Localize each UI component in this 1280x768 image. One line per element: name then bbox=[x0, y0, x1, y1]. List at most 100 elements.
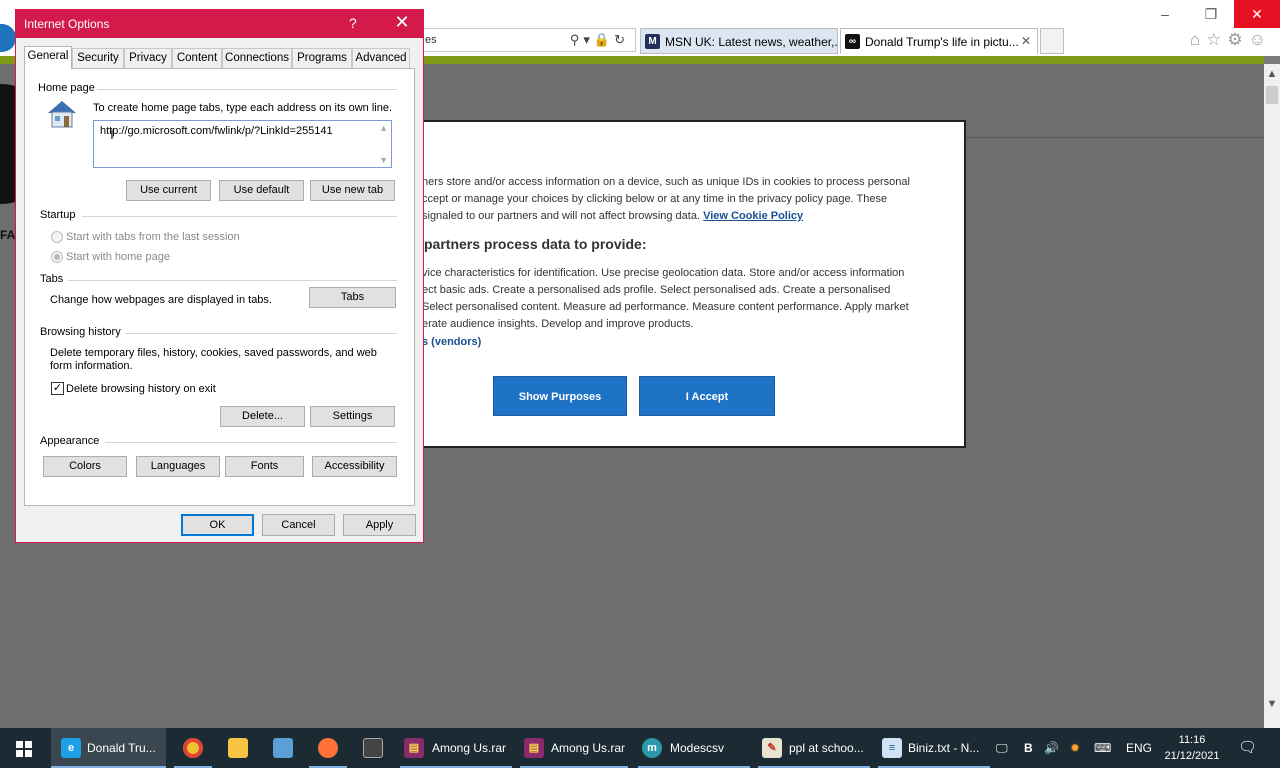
tab-programs[interactable]: Programs bbox=[292, 48, 352, 68]
show-purposes-button[interactable]: Show Purposes bbox=[493, 376, 627, 416]
use-default-button[interactable]: Use default bbox=[219, 180, 304, 201]
tab-general[interactable]: General bbox=[24, 46, 72, 69]
toolbar-icons[interactable]: ⌂☆⚙☺ bbox=[1190, 30, 1272, 50]
paint-icon: ✎ bbox=[762, 738, 782, 758]
tab-connections[interactable]: Connections bbox=[222, 48, 292, 68]
browsing-history-group-label: Browsing history bbox=[40, 326, 121, 338]
taskbar-item-firefox[interactable] bbox=[307, 728, 349, 768]
taskbar-item-modescsv[interactable]: m Modescsv bbox=[636, 728, 752, 768]
startup-home-page-radio[interactable] bbox=[51, 251, 63, 263]
consent-heading: partners process data to provide: bbox=[424, 236, 647, 252]
keyboard-icon[interactable]: ⌨ bbox=[1094, 728, 1111, 768]
browser-tab-label: Donald Trump's life in pictu... bbox=[865, 35, 1019, 49]
help-button[interactable]: ? bbox=[349, 15, 357, 31]
cookie-policy-link[interactable]: View Cookie Policy bbox=[703, 210, 803, 222]
vendors-link[interactable]: s (vendors) bbox=[422, 336, 481, 348]
use-current-button[interactable]: Use current bbox=[126, 180, 211, 201]
textarea-scroll-up-icon[interactable]: ▲ bbox=[379, 123, 388, 133]
taskbar-item-notepad[interactable]: ≡ Biniz.txt - N... bbox=[876, 728, 992, 768]
new-tab-button[interactable] bbox=[1040, 28, 1064, 54]
firefox-icon bbox=[318, 738, 338, 758]
dialog-close-button[interactable]: ✕ bbox=[390, 12, 414, 33]
consent-text-line: Select personalised content. Measure ad … bbox=[422, 301, 909, 313]
browser-tab-label: MSN UK: Latest news, weather,... bbox=[665, 35, 838, 49]
home-page-url-field[interactable]: http://go.microsoft.com/fwlink/p/?LinkId… bbox=[93, 120, 392, 168]
taskbar-item-control-panel[interactable] bbox=[262, 728, 304, 768]
close-tab-icon[interactable]: ✕ bbox=[1021, 34, 1031, 48]
browser-tab-msn[interactable]: M MSN UK: Latest news, weather,... bbox=[640, 28, 838, 54]
taskbar-item-explorer[interactable] bbox=[217, 728, 259, 768]
windows-icon bbox=[16, 741, 32, 757]
back-button[interactable] bbox=[0, 24, 16, 52]
general-tab-panel: Home page To create home page tabs, type… bbox=[24, 68, 415, 506]
site-icon: ∞ bbox=[845, 34, 860, 49]
consent-text-line: ners store and/or access information on … bbox=[422, 176, 910, 188]
dialog-titlebar[interactable]: Internet Options ? ✕ bbox=[16, 10, 423, 38]
taskbar-item-ie[interactable]: e Donald Tru... bbox=[51, 728, 166, 768]
tray-app-icon[interactable]: ✹ bbox=[1070, 728, 1080, 768]
tray-keyboard-letter[interactable]: B bbox=[1024, 728, 1033, 768]
apply-button[interactable]: Apply bbox=[343, 514, 416, 536]
scroll-thumb[interactable] bbox=[1266, 86, 1278, 104]
accept-button[interactable]: I Accept bbox=[639, 376, 775, 416]
cancel-button[interactable]: Cancel bbox=[262, 514, 335, 536]
use-new-tab-button[interactable]: Use new tab bbox=[310, 180, 395, 201]
consent-text-line: ect basic ads. Create a personalised ads… bbox=[422, 284, 891, 296]
tabs-settings-button[interactable]: Tabs bbox=[309, 287, 396, 308]
page-scrollbar[interactable] bbox=[1264, 64, 1280, 728]
window-close-button[interactable]: ✕ bbox=[1234, 0, 1280, 28]
startup-home-page-label: Start with home page bbox=[66, 251, 170, 263]
scroll-down-icon[interactable]: ▼ bbox=[1264, 698, 1280, 710]
terminal-icon bbox=[363, 738, 383, 758]
tab-security[interactable]: Security bbox=[72, 48, 124, 68]
msn-icon: M bbox=[645, 34, 660, 49]
tab-content[interactable]: Content bbox=[172, 48, 222, 68]
tray-network-icon[interactable]: 🖵 bbox=[996, 728, 1008, 768]
m-app-icon: m bbox=[642, 738, 662, 758]
tab-advanced[interactable]: Advanced bbox=[352, 48, 410, 68]
startup-last-session-label: Start with tabs from the last session bbox=[66, 231, 240, 243]
taskbar-item-winrar-1[interactable]: ▤ Among Us.rar bbox=[398, 728, 514, 768]
taskbar-item-label: Biniz.txt - N... bbox=[908, 741, 980, 755]
colors-button[interactable]: Colors bbox=[43, 456, 127, 477]
languages-button[interactable]: Languages bbox=[136, 456, 220, 477]
home-page-icon bbox=[48, 101, 76, 128]
minimize-button[interactable]: – bbox=[1142, 0, 1188, 28]
ie-icon: e bbox=[61, 738, 81, 758]
group-divider bbox=[105, 442, 397, 443]
ok-button[interactable]: OK bbox=[181, 514, 254, 536]
accessibility-button[interactable]: Accessibility bbox=[312, 456, 397, 477]
taskbar-item-chrome[interactable] bbox=[172, 728, 214, 768]
tab-privacy[interactable]: Privacy bbox=[124, 48, 172, 68]
fonts-button[interactable]: Fonts bbox=[225, 456, 304, 477]
notifications-icon[interactable]: 🗨 bbox=[1238, 728, 1257, 768]
start-button[interactable] bbox=[0, 728, 48, 768]
startup-last-session-radio[interactable] bbox=[51, 231, 63, 243]
delete-history-on-exit-checkbox[interactable]: ✓ bbox=[51, 382, 64, 395]
clock-date: 21/12/2021 bbox=[1164, 750, 1220, 762]
address-text: es bbox=[425, 34, 437, 46]
taskbar-item-paint[interactable]: ✎ ppl at schoo... bbox=[756, 728, 872, 768]
address-bar-icons[interactable]: ⚲▾🔒↻ bbox=[570, 32, 629, 48]
delete-history-button[interactable]: Delete... bbox=[220, 406, 305, 427]
restore-button[interactable]: ❐ bbox=[1188, 0, 1234, 28]
volume-icon[interactable]: 🔊 bbox=[1044, 728, 1059, 768]
dialog-title: Internet Options bbox=[24, 17, 110, 31]
home-page-instruction: To create home page tabs, type each addr… bbox=[93, 102, 393, 114]
browser-tab-trump[interactable]: ∞ Donald Trump's life in pictu... ✕ bbox=[840, 28, 1038, 54]
clock[interactable]: 11:16 21/12/2021 bbox=[1160, 732, 1224, 764]
address-bar[interactable]: es ⚲▾🔒↻ bbox=[418, 28, 636, 52]
taskbar-item-winrar-2[interactable]: ▤ Among Us.rar bbox=[518, 728, 630, 768]
language-indicator[interactable]: ENG bbox=[1126, 728, 1152, 768]
textarea-scroll-down-icon[interactable]: ▼ bbox=[379, 155, 388, 165]
internet-options-dialog: Internet Options ? ✕ General Security Pr… bbox=[15, 9, 424, 543]
home-page-group-label: Home page bbox=[38, 82, 95, 94]
history-settings-button[interactable]: Settings bbox=[310, 406, 395, 427]
taskbar-item-terminal[interactable] bbox=[352, 728, 394, 768]
notepad-icon: ≡ bbox=[882, 738, 902, 758]
taskbar-item-label: Among Us.rar bbox=[432, 741, 507, 755]
taskbar-item-label: Among Us.rar bbox=[551, 741, 626, 755]
home-page-url-text: http://go.microsoft.com/fwlink/p/?LinkId… bbox=[100, 125, 333, 137]
taskbar-item-label: ppl at schoo... bbox=[789, 741, 864, 755]
scroll-up-icon[interactable]: ▲ bbox=[1264, 68, 1280, 80]
